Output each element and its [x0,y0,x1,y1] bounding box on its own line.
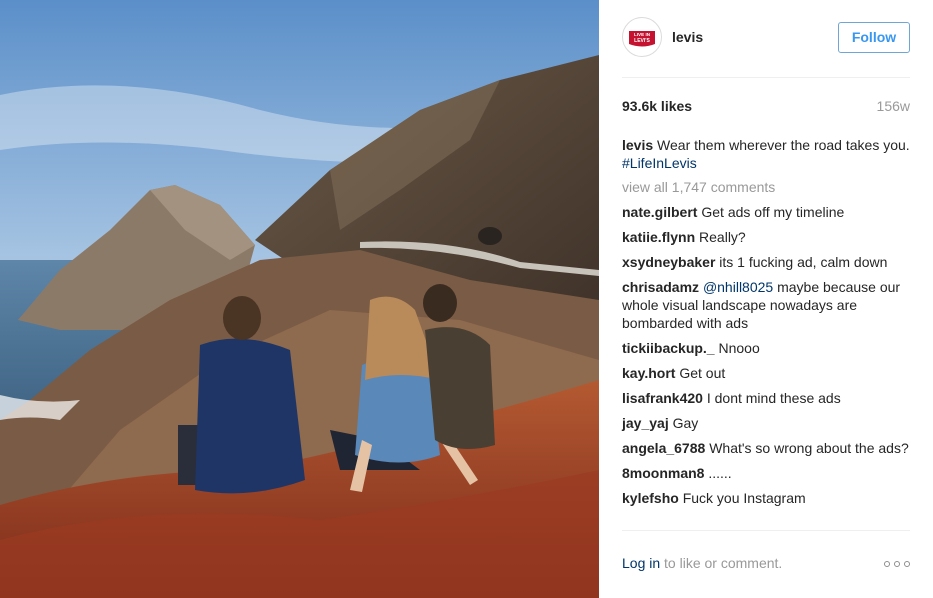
dot-icon [904,561,910,567]
login-suffix: to like or comment. [664,555,783,571]
comment-text: Fuck you Instagram [682,490,806,506]
comment-item: jay_yaj Gay [622,414,910,432]
comment-username[interactable]: angela_6788 [622,440,705,456]
comment-text: Really? [699,229,746,245]
comment-username[interactable]: kylefsho [622,490,679,506]
comment-text: Nnooo [718,340,760,356]
post-details-panel: LIVE IN LEVI'S levis Follow 93.6k likes … [599,0,933,598]
more-dots-icon[interactable] [884,557,910,571]
comment-item: lisafrank420 I dont mind these ads [622,389,910,407]
levis-logo-icon: LIVE IN LEVI'S [629,31,655,47]
likes-count[interactable]: 93.6k likes [622,98,692,114]
comment-item: nate.gilbert Get ads off my timeline [622,203,910,221]
post-header: LIVE IN LEVI'S levis Follow [622,17,910,59]
post-age[interactable]: 156w [877,98,910,114]
header-divider [622,77,910,78]
post-caption: levis Wear them wherever the road takes … [622,136,910,172]
caption-text: Wear them wherever the road takes you. [657,137,910,153]
comment-item: angela_6788 What's so wrong about the ad… [622,439,910,457]
comment-text: Get out [679,365,726,381]
comments-list: levis Wear them wherever the road takes … [622,136,910,514]
comment-username[interactable]: tickiibackup._ [622,340,715,356]
login-link[interactable]: Log in [622,555,660,571]
comment-username[interactable]: 8moonman8 [622,465,704,481]
comment-username[interactable]: lisafrank420 [622,390,703,406]
login-prompt: Log in to like or comment. [622,555,782,571]
comment-text: I dont mind these ads [706,390,841,406]
svg-text:LIVE IN: LIVE IN [634,32,651,37]
comment-item: xsydneybaker its 1 fucking ad, calm down [622,253,910,271]
comment-text: Get ads off my timeline [701,204,845,220]
svg-text:LEVI'S: LEVI'S [634,38,650,44]
comment-username[interactable]: katiie.flynn [622,229,695,245]
comment-text: Gay [672,415,699,431]
dot-icon [894,561,900,567]
post-username[interactable]: levis [672,29,703,45]
comment-username[interactable]: jay_yaj [622,415,669,431]
comment-item: kay.hort Get out [622,364,910,382]
comment-item: tickiibackup._ Nnooo [622,339,910,357]
comment-username[interactable]: nate.gilbert [622,204,697,220]
view-all-comments-link[interactable]: view all 1,747 comments [622,178,910,196]
comment-text: What's so wrong about the ads? [709,440,909,456]
dot-icon [884,561,890,567]
comment-item: 8moonman8 ...... [622,464,910,482]
caption-username[interactable]: levis [622,137,653,153]
comment-mention[interactable]: @nhill8025 [703,279,773,295]
comment-username[interactable]: chrisadamz [622,279,699,295]
comment-username[interactable]: xsydneybaker [622,254,715,270]
comment-item: kylefsho Fuck you Instagram [622,489,910,507]
post-footer: Log in to like or comment. [622,554,910,574]
comment-text: ...... [708,465,732,481]
post-photo[interactable] [0,0,599,598]
footer-divider [622,530,910,531]
comment-item: katiie.flynn Really? [622,228,910,246]
comment-text: its 1 fucking ad, calm down [719,254,888,270]
comment-item: chrisadamz @nhill8025 maybe because our … [622,278,910,332]
caption-hashtag[interactable]: #LifeInLevis [622,155,697,171]
coastal-cliff-photo [0,0,599,598]
follow-button[interactable]: Follow [838,22,910,53]
comment-username[interactable]: kay.hort [622,365,675,381]
avatar[interactable]: LIVE IN LEVI'S [622,17,662,57]
